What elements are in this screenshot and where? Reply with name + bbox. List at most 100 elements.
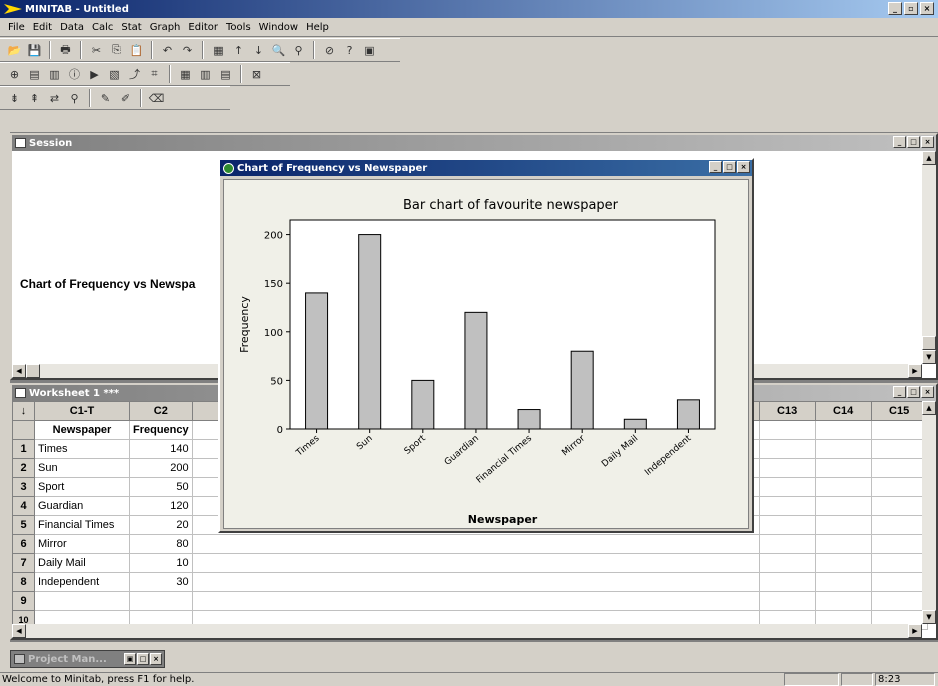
ws-scroll-right-icon[interactable]: ▶ [908, 624, 922, 638]
scroll-thumb[interactable] [922, 336, 936, 350]
open-icon[interactable]: 📂 [6, 42, 23, 59]
row-header[interactable]: 1 [12, 439, 35, 459]
cell[interactable]: 30 [129, 572, 193, 592]
report-icon[interactable]: ▧ [106, 66, 123, 83]
corner-arrow-icon[interactable]: ↓ [12, 401, 35, 421]
matrices-icon[interactable]: ⊠ [248, 66, 265, 83]
restore-button[interactable]: ▫ [904, 2, 918, 15]
cell[interactable]: Times [34, 439, 130, 459]
scroll-down-icon[interactable]: ▼ [922, 350, 936, 364]
column-header-c2[interactable]: C2 [129, 401, 193, 421]
stat-guide-icon[interactable]: ▣ [361, 42, 378, 59]
copy-icon[interactable]: ⎘ [108, 42, 125, 59]
menu-edit[interactable]: Edit [29, 22, 56, 33]
column-header-c1[interactable]: C1-T [34, 401, 130, 421]
session-maximize-button[interactable]: □ [907, 136, 920, 148]
insert-rows-icon[interactable]: ⇟ [6, 90, 23, 107]
hscroll-thumb[interactable] [26, 364, 40, 378]
worksheet-vertical-scrollbar[interactable]: ▲ ▼ [922, 401, 936, 624]
cell[interactable]: Mirror [34, 534, 130, 554]
cell[interactable]: 140 [129, 439, 193, 459]
cell[interactable]: Daily Mail [34, 553, 130, 573]
worksheet-close-button[interactable]: × [921, 386, 934, 398]
info-icon[interactable]: ⓘ [66, 66, 83, 83]
cell[interactable]: Financial Times [34, 515, 130, 535]
cell[interactable]: 20 [129, 515, 193, 535]
column-name-c1[interactable]: Newspaper [34, 420, 130, 440]
sort-up-icon[interactable]: ↑ [230, 42, 247, 59]
cell[interactable] [129, 591, 193, 611]
cell[interactable]: Sport [34, 477, 130, 497]
pm-restore-button[interactable]: ▣ [124, 653, 136, 665]
cell[interactable]: 120 [129, 496, 193, 516]
menu-data[interactable]: Data [56, 22, 88, 33]
ws-scroll-down-icon[interactable]: ▼ [922, 610, 936, 624]
menu-tools[interactable]: Tools [222, 22, 255, 33]
cell[interactable]: Independent [34, 572, 130, 592]
project-manager-minimized[interactable]: Project Man... ▣ □ × [10, 650, 165, 668]
save-icon[interactable]: 💾 [26, 42, 43, 59]
session-vertical-scrollbar[interactable]: ▲ ▼ [922, 151, 936, 364]
cell[interactable]: Guardian [34, 496, 130, 516]
cell[interactable]: Sun [34, 458, 130, 478]
redo-icon[interactable]: ↷ [179, 42, 196, 59]
menu-calc[interactable]: Calc [88, 22, 117, 33]
row-header[interactable]: 3 [12, 477, 35, 497]
close-button[interactable]: × [920, 2, 934, 15]
cell[interactable] [34, 591, 130, 611]
menu-stat[interactable]: Stat [117, 22, 145, 33]
eraser-icon[interactable]: ⌫ [148, 90, 165, 107]
bar-chart[interactable]: Bar chart of favourite newspaper 0 50 100 15… [224, 180, 750, 530]
scroll-right-icon[interactable]: ▶ [908, 364, 922, 378]
worksheet-icon[interactable]: ▦ [177, 66, 194, 83]
session-close-button[interactable]: × [921, 136, 934, 148]
row-header[interactable]: 8 [12, 572, 35, 592]
cell[interactable]: 80 [129, 534, 193, 554]
row-header[interactable]: 6 [12, 534, 35, 554]
chart-maximize-button[interactable]: □ [723, 161, 736, 173]
worksheet-maximize-button[interactable]: □ [907, 386, 920, 398]
close-all-graphs-icon[interactable]: ⤴ [126, 66, 143, 83]
session-minimize-button[interactable]: _ [893, 136, 906, 148]
insert-columns-icon[interactable]: ⇞ [26, 90, 43, 107]
menu-editor[interactable]: Editor [184, 22, 222, 33]
cancel-icon[interactable]: ⊘ [321, 42, 338, 59]
show-graphs-icon[interactable]: ▥ [46, 66, 63, 83]
chart-close-button[interactable]: × [737, 161, 750, 173]
cell[interactable]: 50 [129, 477, 193, 497]
worksheet-minimize-button[interactable]: _ [893, 386, 906, 398]
find-icon[interactable]: 🔍 [270, 42, 287, 59]
print-icon[interactable]: 🖶 [57, 42, 74, 59]
scroll-left-icon[interactable]: ◀ [12, 364, 26, 378]
ws-scroll-left-icon[interactable]: ◀ [12, 624, 26, 638]
column-name-c2[interactable]: Frequency [129, 420, 193, 440]
scroll-up-icon[interactable]: ▲ [922, 151, 936, 165]
cell[interactable]: 10 [129, 553, 193, 573]
annotate-icon[interactable]: ✐ [117, 90, 134, 107]
show-data-icon[interactable]: ▤ [26, 66, 43, 83]
undo-icon[interactable]: ↶ [159, 42, 176, 59]
menu-window[interactable]: Window [255, 22, 302, 33]
ws-scroll-up-icon[interactable]: ▲ [922, 401, 936, 415]
row-header[interactable]: 2 [12, 458, 35, 478]
columns-icon[interactable]: ▥ [197, 66, 214, 83]
row-header[interactable]: 9 [12, 591, 35, 611]
menu-graph[interactable]: Graph [146, 22, 185, 33]
show-session-icon[interactable]: ⊕ [6, 66, 23, 83]
chart-minimize-button[interactable]: _ [709, 161, 722, 173]
column-header-c13[interactable]: C13 [758, 401, 816, 421]
edit-last-dialog-icon[interactable]: ▦ [210, 42, 227, 59]
help-icon[interactable]: ? [341, 42, 358, 59]
worksheet-horizontal-scrollbar[interactable]: ◀ ▶ [12, 624, 922, 638]
minimize-button[interactable]: _ [888, 2, 902, 15]
row-header[interactable]: 7 [12, 553, 35, 573]
brush-icon[interactable]: ✎ [97, 90, 114, 107]
cut-icon[interactable]: ✂ [88, 42, 105, 59]
manage-graphs-icon[interactable]: ⌗ [146, 66, 163, 83]
define-icon[interactable]: ⚲ [66, 90, 83, 107]
find-next-icon[interactable]: ⚲ [290, 42, 307, 59]
history-icon[interactable]: ▶ [86, 66, 103, 83]
constants-icon[interactable]: ▤ [217, 66, 234, 83]
cell[interactable]: 200 [129, 458, 193, 478]
column-header-c15[interactable]: C15 [870, 401, 928, 421]
